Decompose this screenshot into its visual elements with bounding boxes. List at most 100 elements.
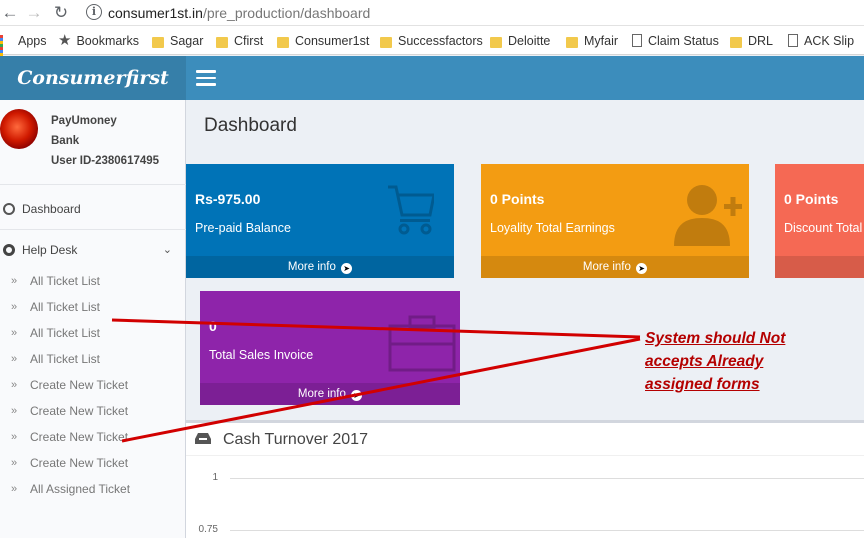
- sales-label: Total Sales Invoice: [209, 348, 314, 362]
- bookmark-label: Cfirst: [234, 34, 264, 48]
- reload-icon[interactable]: ↻: [51, 3, 71, 23]
- bookmark-label: Consumer1st: [295, 34, 370, 48]
- arrow-circle-right-icon: ➤: [351, 390, 363, 401]
- user-panel: PayUmoney Bank User ID-2380617495: [51, 111, 159, 171]
- sidebar-subitem-all-assigned-ticket[interactable]: » All Assigned Ticket: [0, 476, 186, 502]
- star-icon: ★: [58, 32, 72, 49]
- sidebar-subitem-label: Create New Ticket: [30, 430, 129, 444]
- sidebar-subitem-label: Create New Ticket: [30, 456, 129, 470]
- url-path: /pre_production/dashboard: [202, 5, 371, 21]
- page-icon: [788, 34, 798, 47]
- user-plus-icon: [674, 185, 742, 246]
- divider: [186, 455, 864, 456]
- sidebar-subitem-label: All Ticket List: [30, 274, 101, 288]
- folder-icon: [152, 37, 164, 48]
- briefcase-icon: [388, 315, 456, 372]
- sidebar-subitem-create-new-ticket[interactable]: » Create New Ticket: [0, 372, 186, 398]
- inbox-icon: [195, 433, 211, 444]
- bookmark-claim-status[interactable]: Claim Status: [632, 32, 719, 50]
- sidebar-subitem-all-ticket-list[interactable]: » All Ticket List: [0, 346, 186, 372]
- discount-amount: 0 Points: [784, 191, 839, 207]
- gridline: [230, 478, 864, 479]
- bookmark-ack-slip[interactable]: ACK Slip: [788, 32, 854, 50]
- loyalty-box: 0 Points Loyality Total Earnings More in…: [481, 164, 749, 278]
- page-icon: [632, 34, 642, 47]
- forward-arrow-icon[interactable]: →: [24, 3, 44, 23]
- folder-icon: [380, 37, 392, 48]
- sidebar-subitem-label: All Ticket List: [30, 352, 101, 366]
- folder-icon: [277, 37, 289, 48]
- bookmark-label: Myfair: [584, 34, 619, 48]
- folder-icon: [490, 37, 502, 48]
- hamburger-menu-icon[interactable]: [196, 70, 216, 86]
- folder-icon: [566, 37, 578, 48]
- gridline: [230, 530, 864, 531]
- site-info-icon[interactable]: i: [86, 4, 102, 20]
- bookmark-myfair[interactable]: Myfair: [566, 32, 618, 50]
- y-tick-label: 1: [212, 472, 218, 483]
- arrow-circle-right-icon: ➤: [341, 263, 353, 274]
- sidebar-subitem-label: Create New Ticket: [30, 404, 129, 418]
- prepaid-label: Pre-paid Balance: [195, 221, 291, 235]
- bookmark-label: Claim Status: [648, 34, 719, 48]
- sidebar-subitem-all-ticket-list[interactable]: » All Ticket List: [0, 320, 186, 346]
- prepaid-more-info-link[interactable]: More info ➤: [186, 256, 454, 278]
- double-chevron-icon: »: [11, 431, 18, 443]
- bookmark-bookmarks[interactable]: ★ Bookmarks: [58, 32, 139, 50]
- bookmark-cfirst[interactable]: Cfirst: [216, 32, 263, 50]
- sidebar-item-help-desk[interactable]: Help Desk ⌄: [0, 235, 186, 265]
- chevron-down-icon: ⌄: [162, 244, 172, 256]
- discount-more-info-link[interactable]: [775, 256, 864, 278]
- back-arrow-icon[interactable]: ←: [0, 3, 20, 23]
- cash-turnover-panel: Cash Turnover 2017 1 0.75: [186, 420, 864, 538]
- dashboard-gauge-icon: [3, 203, 15, 215]
- sidebar-subitem-label: All Ticket List: [30, 300, 101, 314]
- double-chevron-icon: »: [11, 301, 18, 313]
- double-chevron-icon: »: [11, 379, 18, 391]
- app-logo[interactable]: Consumerfirst: [0, 56, 186, 100]
- annotation-line-text: accepts Already: [645, 353, 764, 370]
- divider: [0, 184, 186, 185]
- bookmark-deloitte[interactable]: Deloitte: [490, 32, 550, 50]
- url-field[interactable]: consumer1st.in/pre_production/dashboard: [108, 4, 370, 22]
- sidebar: PayUmoney Bank User ID-2380617495 Dashbo…: [0, 100, 186, 538]
- bookmark-label: Deloitte: [508, 34, 551, 48]
- sidebar-item-label: Dashboard: [22, 202, 81, 216]
- more-info-label: More info: [297, 388, 346, 400]
- content-header: Dashboard: [186, 100, 864, 152]
- discount-box: 0 Points Discount Total: [775, 164, 864, 278]
- sidebar-subitem-label: All Assigned Ticket: [30, 482, 131, 496]
- sales-amount: 0: [209, 318, 217, 334]
- sidebar-subitem-all-ticket-list[interactable]: » All Ticket List: [0, 268, 186, 294]
- apps-grid-icon: [0, 35, 12, 62]
- folder-icon: [216, 37, 228, 48]
- more-info-label: More info: [582, 261, 631, 273]
- sidebar-subitem-create-new-ticket[interactable]: » Create New Ticket: [0, 450, 186, 476]
- arrow-circle-right-icon: ➤: [636, 263, 648, 274]
- sales-invoice-box: 0 Total Sales Invoice More info ➤: [200, 291, 460, 405]
- bookmark-successfactors[interactable]: Successfactors: [380, 32, 483, 50]
- bookmark-consumer1st[interactable]: Consumer1st: [277, 32, 369, 50]
- double-chevron-icon: »: [11, 457, 18, 469]
- annotation-line-text: System should Not: [645, 330, 786, 347]
- bookmark-label: Sagar: [170, 34, 204, 48]
- bookmark-drl[interactable]: DRL: [730, 32, 773, 50]
- bookmark-label: Successfactors: [398, 34, 483, 48]
- loyalty-more-info-link[interactable]: More info ➤: [481, 256, 749, 278]
- double-chevron-icon: »: [11, 483, 18, 495]
- sidebar-subitem-create-new-ticket[interactable]: » Create New Ticket: [0, 398, 186, 424]
- bookmarks-bar: Apps ★ Bookmarks Sagar Cfirst Consumer1st…: [0, 26, 864, 62]
- sidebar-item-dashboard[interactable]: Dashboard: [0, 194, 186, 224]
- user-id: User ID-2380617495: [51, 155, 160, 167]
- bookmark-apps[interactable]: Apps: [0, 32, 47, 62]
- more-info-label: More info: [287, 261, 336, 273]
- bookmark-sagar[interactable]: Sagar: [152, 32, 203, 50]
- double-chevron-icon: »: [11, 327, 18, 339]
- top-navbar: [186, 56, 864, 100]
- sales-more-info-link[interactable]: More info ➤: [200, 383, 460, 405]
- sidebar-subitem-create-new-ticket[interactable]: » Create New Ticket: [0, 424, 186, 450]
- annotation-note: System should Not accepts Already assign…: [645, 327, 845, 396]
- loyalty-amount: 0 Points: [490, 191, 545, 207]
- divider: [0, 229, 186, 230]
- sidebar-subitem-all-ticket-list[interactable]: » All Ticket List: [0, 294, 186, 320]
